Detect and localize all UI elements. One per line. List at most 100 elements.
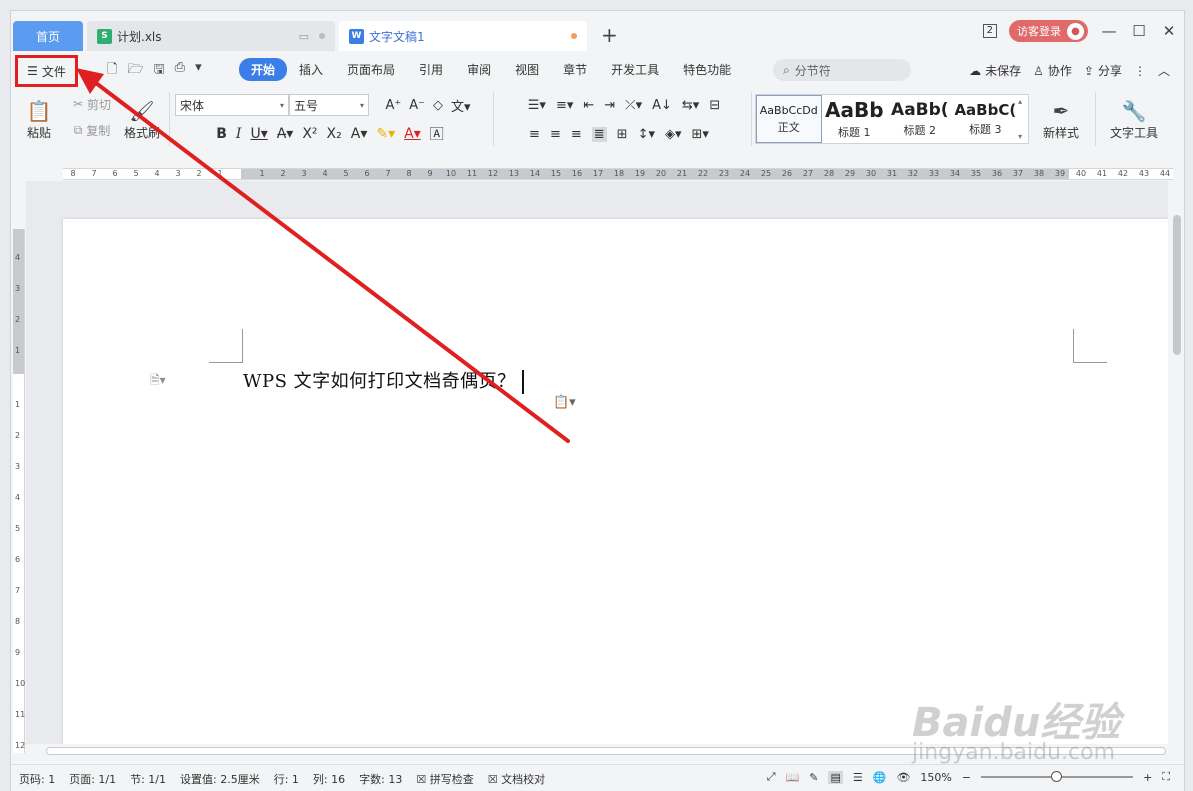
paste-options-icon[interactable]: 📋▾ xyxy=(553,395,576,410)
line-spacing-icon[interactable]: ↕▾ xyxy=(638,127,655,142)
distribute-icon[interactable]: ⊞ xyxy=(617,127,628,142)
style-heading-3[interactable]: AaBbC( 标题 3 xyxy=(953,95,1019,143)
align-right-icon[interactable]: ≡ xyxy=(571,127,582,142)
status-words[interactable]: 字数: 13 xyxy=(359,771,402,787)
justify-icon[interactable]: ≣ xyxy=(591,126,607,142)
zoom-level[interactable]: 150% xyxy=(920,771,951,784)
collab-button[interactable]: ♙ 协作 xyxy=(1033,62,1072,79)
edit-mode-icon[interactable]: ✎ xyxy=(809,771,818,784)
status-section[interactable]: 节: 1/1 xyxy=(130,771,166,787)
save-icon[interactable]: 🖫 xyxy=(154,60,165,82)
chevron-down-icon[interactable]: ▾ xyxy=(1018,132,1028,141)
window-count-badge[interactable]: 2 xyxy=(982,24,997,38)
menu-view[interactable]: 视图 xyxy=(503,58,551,81)
shading-icon[interactable]: ◈▾ xyxy=(665,127,682,142)
paste-button[interactable]: 📋 粘贴 xyxy=(17,92,61,148)
copy-button[interactable]: ⧉ 复制 xyxy=(67,120,117,140)
tab-doc[interactable]: W 文字文稿1 xyxy=(339,21,587,51)
subscript-icon[interactable]: X₂ xyxy=(327,126,342,142)
style-normal[interactable]: AaBbCcDd 正文 xyxy=(756,95,822,143)
italic-icon[interactable]: I xyxy=(236,126,242,142)
highlight-icon[interactable]: ✎▾ xyxy=(376,126,395,142)
status-col[interactable]: 列: 16 xyxy=(313,771,345,787)
document-page[interactable]: 🗎▾ WPS 文字如何打印文档奇偶页？ 📋▾ xyxy=(63,219,1168,757)
reading-mode-icon[interactable]: 📖 xyxy=(786,771,800,784)
increase-indent-icon[interactable]: ⇥ xyxy=(604,98,615,113)
bullet-list-icon[interactable]: ☰▾ xyxy=(528,98,546,113)
superscript-icon[interactable]: X² xyxy=(302,126,317,142)
zoom-out-icon[interactable]: − xyxy=(962,771,971,784)
document-canvas[interactable]: 🗎▾ WPS 文字如何打印文档奇偶页？ 📋▾ xyxy=(26,181,1168,757)
status-row[interactable]: 行: 1 xyxy=(274,771,299,787)
shrink-font-icon[interactable]: A⁻ xyxy=(409,98,425,113)
borders-icon[interactable]: ⊞▾ xyxy=(692,127,709,142)
add-tab-button[interactable]: + xyxy=(601,23,618,47)
menu-review[interactable]: 审阅 xyxy=(455,58,503,81)
decrease-indent-icon[interactable]: ⇤ xyxy=(583,98,594,113)
fit-window-icon[interactable]: ⛶ xyxy=(1162,770,1170,784)
align-center-icon[interactable]: ≡ xyxy=(550,127,561,142)
page-view-icon[interactable]: ▤ xyxy=(828,770,843,784)
open-folder-icon[interactable]: 🗁 xyxy=(127,60,143,82)
proofread-button[interactable]: ☒ 文档校对 xyxy=(488,771,545,787)
share-button[interactable]: ⇪ 分享 xyxy=(1084,62,1122,79)
style-heading-2[interactable]: AaBb( 标题 2 xyxy=(887,95,953,143)
new-doc-icon[interactable]: 🗋 xyxy=(107,60,117,82)
font-size-select[interactable]: 五号 ▾ xyxy=(289,94,369,116)
outline-view-icon[interactable]: ☰ xyxy=(853,771,863,784)
close-button[interactable]: ✕ xyxy=(1160,22,1178,40)
paragraph-handle-icon[interactable]: 🗎▾ xyxy=(150,371,166,392)
horizontal-ruler[interactable]: 8 7 6 5 4 3 2 1 1 2 3 4 5 6 7 8 9 10 11 12 13 14 15 16 17 18 19 20 2… xyxy=(63,168,1173,180)
phonetic-icon[interactable]: 文▾ xyxy=(451,96,471,115)
zoom-in-icon[interactable]: + xyxy=(1143,771,1152,784)
unsaved-dot[interactable] xyxy=(571,33,577,39)
format-painter-button[interactable]: 🖌 格式刷 xyxy=(119,92,165,148)
file-menu-button[interactable]: ☰ 文件 xyxy=(15,55,78,87)
monitor-icon[interactable]: ▭ xyxy=(299,30,309,43)
spell-check-button[interactable]: ☒ 拼写检查 xyxy=(416,771,473,787)
table-format-icon[interactable]: ⊟ xyxy=(709,98,720,113)
char-border-icon[interactable]: 🄰 xyxy=(430,124,444,144)
vertical-ruler[interactable]: 4 3 2 1 1 2 3 4 5 6 7 8 9 10 11 12 xyxy=(13,229,25,753)
minimize-button[interactable]: — xyxy=(1100,22,1118,40)
numbered-list-icon[interactable]: ≡▾ xyxy=(556,98,573,113)
vertical-scrollbar[interactable] xyxy=(1171,181,1183,757)
new-style-button[interactable]: ✒ 新样式 xyxy=(1033,92,1089,148)
menu-references[interactable]: 引用 xyxy=(407,58,455,81)
web-view-icon[interactable]: 🌐 xyxy=(873,771,887,784)
font-name-select[interactable]: 宋体 ▾ xyxy=(175,94,289,116)
command-search[interactable]: ⌕ 分节符 xyxy=(773,59,911,81)
text-effect-icon[interactable]: A▾ xyxy=(351,126,368,142)
sort-icon[interactable]: A↓ xyxy=(652,98,672,113)
menu-layout[interactable]: 页面布局 xyxy=(335,58,407,81)
menu-start[interactable]: 开始 xyxy=(239,58,288,81)
unsaved-button[interactable]: ☁ 未保存 xyxy=(969,62,1021,79)
document-text[interactable]: WPS 文字如何打印文档奇偶页？ xyxy=(243,367,524,394)
font-color-icon[interactable]: A▾ xyxy=(404,126,421,142)
status-setting[interactable]: 设置值: 2.5厘米 xyxy=(180,771,260,787)
underline-icon[interactable]: U▾ xyxy=(250,126,267,142)
style-heading-1[interactable]: AaBb 标题 1 xyxy=(822,95,888,143)
quick-access-more-icon[interactable]: ▾ xyxy=(195,60,202,82)
align-left-icon[interactable]: ≡ xyxy=(529,127,540,142)
styles-scroll[interactable]: ▴ ▾ xyxy=(1018,95,1028,143)
status-page-code[interactable]: 页码: 1 xyxy=(19,771,55,787)
more-icon[interactable]: ⋮ xyxy=(1134,64,1146,78)
login-button[interactable]: 访客登录 ● xyxy=(1009,20,1088,42)
maximize-button[interactable]: ☐ xyxy=(1130,22,1148,40)
zoom-slider-knob[interactable] xyxy=(1051,771,1063,782)
menu-chapter[interactable]: 章节 xyxy=(551,58,599,81)
collapse-ribbon-icon[interactable]: ︿ xyxy=(1158,62,1170,79)
chinese-layout-icon[interactable]: ⤫▾ xyxy=(625,98,642,113)
menu-insert[interactable]: 插入 xyxy=(287,58,335,81)
text-tools-button[interactable]: 🔧 文字工具 xyxy=(1101,92,1167,148)
tab-xls[interactable]: S 计划.xls ▭ xyxy=(87,21,335,51)
clear-format-icon[interactable]: ◇ xyxy=(433,98,443,113)
grow-font-icon[interactable]: A⁺ xyxy=(385,98,401,113)
menu-devtools[interactable]: 开发工具 xyxy=(599,58,671,81)
bold-icon[interactable]: B xyxy=(216,126,227,142)
eye-protect-icon[interactable]: 👁 xyxy=(896,771,910,784)
menu-features[interactable]: 特色功能 xyxy=(671,58,743,81)
tab-status-dot[interactable] xyxy=(319,33,325,39)
zoom-slider[interactable] xyxy=(981,771,1134,782)
